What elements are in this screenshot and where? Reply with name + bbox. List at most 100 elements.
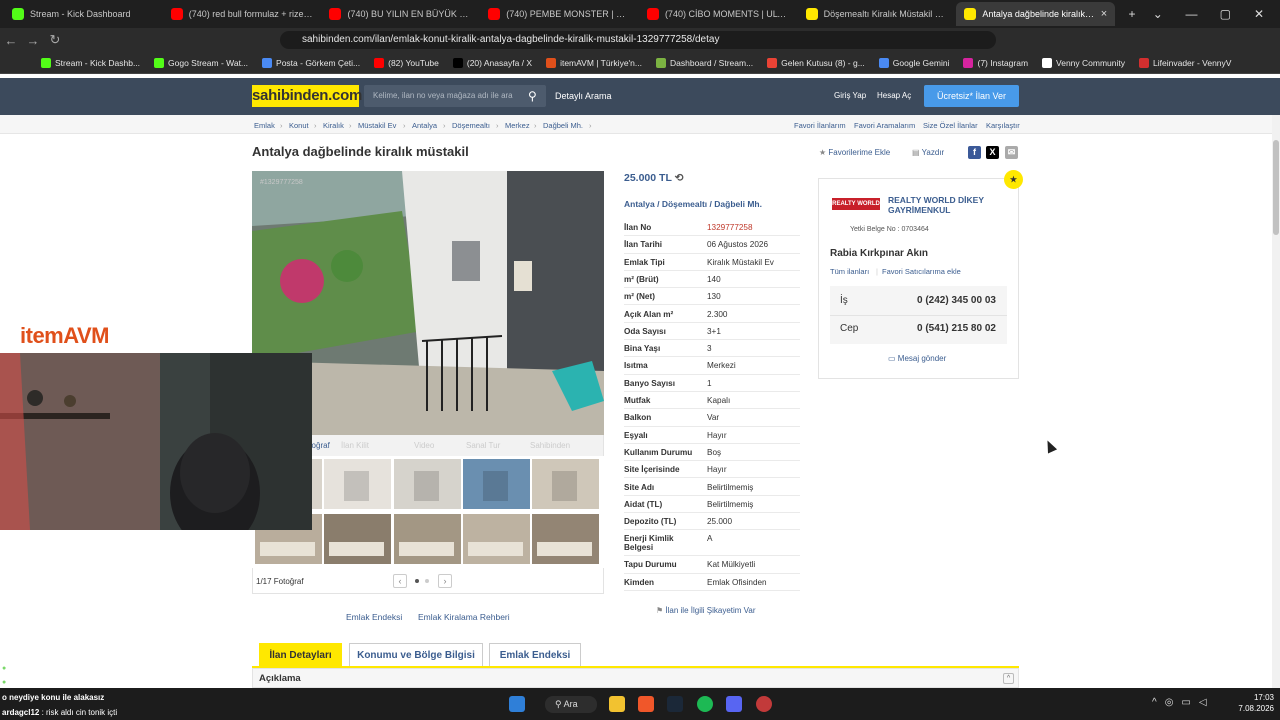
work-phone[interactable]: 0 (242) 345 00 03: [917, 295, 996, 306]
photo-toolbar-item[interactable]: Sahibinden: [530, 441, 570, 450]
detailed-search-link[interactable]: Detaylı Arama: [555, 91, 612, 101]
breadcrumb-item[interactable]: Kiralık: [323, 121, 344, 130]
add-favorite-link[interactable]: ★ Favorilerime Ekle: [819, 148, 890, 157]
header-link[interactable]: Favori Aramalarım: [854, 121, 915, 130]
browser-tab[interactable]: (740) red bull formulaz + rize vlog: [163, 2, 322, 26]
tab-location[interactable]: Konumu ve Bölge Bilgisi: [349, 643, 483, 667]
search-icon[interactable]: ⚲: [528, 89, 541, 103]
header-link[interactable]: Karşılaştır: [986, 121, 1020, 130]
app-icon[interactable]: [756, 696, 772, 712]
search-input[interactable]: Kelime, ilan no veya mağaza adı ile ara: [364, 85, 546, 107]
tab-real-estate-index[interactable]: Emlak Endeksi: [489, 643, 581, 667]
tab-listing-details[interactable]: İlan Detayları: [259, 643, 342, 667]
location-link[interactable]: Antalya: [624, 199, 655, 209]
all-listings-link[interactable]: Tüm ilanları: [830, 267, 869, 276]
spotify-icon[interactable]: [697, 696, 713, 712]
browser-tab[interactable]: Stream - Kick Dashboard: [4, 2, 163, 26]
browser-tab[interactable]: (740) PEMBE MONSTER | Madara O: [480, 2, 639, 26]
minimize-icon[interactable]: —: [1179, 7, 1205, 21]
history-icon[interactable]: ⟲: [675, 172, 684, 184]
collapse-icon[interactable]: ^: [1003, 673, 1014, 684]
breadcrumb-item[interactable]: Müstakil Ev: [358, 121, 396, 130]
page-dot[interactable]: [425, 579, 429, 583]
url-input[interactable]: sahibinden.com/ilan/emlak-konut-kiralik-…: [280, 31, 996, 49]
bookmark-item[interactable]: itemAVM | Türkiye'n...: [541, 57, 647, 68]
bookmark-item[interactable]: (82) YouTube: [369, 57, 444, 68]
breadcrumb-item[interactable]: Emlak: [254, 121, 275, 130]
header-link[interactable]: Favori İlanlarım: [794, 121, 846, 130]
close-tab-icon[interactable]: ×: [1101, 8, 1107, 20]
thumbnail[interactable]: [532, 459, 599, 509]
next-photo-button[interactable]: ›: [438, 574, 452, 588]
scrollbar-thumb[interactable]: [1273, 140, 1279, 235]
real-estate-index-link[interactable]: Emlak Endeksi: [346, 612, 402, 622]
x-icon[interactable]: X: [986, 146, 999, 159]
mail-icon[interactable]: ✉: [1005, 146, 1018, 159]
file-explorer-icon[interactable]: [609, 696, 625, 712]
header-link[interactable]: Size Özel İlanlar: [923, 121, 978, 130]
bookmark-item[interactable]: Dashboard / Stream...: [651, 57, 758, 68]
taskbar-search[interactable]: ⚲ Ara: [545, 696, 597, 713]
breadcrumb-item[interactable]: Döşemealtı: [452, 121, 490, 130]
browser-tab[interactable]: Antalya dağbelinde kiralık müstak ×: [956, 2, 1116, 26]
rental-guide-link[interactable]: Emlak Kiralama Rehberi: [418, 612, 510, 622]
bookmark-item[interactable]: Lifeinvader - VennyV: [1134, 57, 1236, 68]
post-ad-button[interactable]: Ücretsiz* İlan Ver: [924, 85, 1019, 107]
browser-tab[interactable]: (740) CİBO MOMENTS | ULTRA HIZ: [639, 2, 798, 26]
new-tab-icon[interactable]: +: [1119, 7, 1145, 21]
chevron-down-icon[interactable]: ⌄: [1145, 7, 1171, 21]
browser-tab[interactable]: (740) BU YILIN EN BÜYÜK DRAMAS: [321, 2, 480, 26]
description-header[interactable]: [252, 668, 1019, 688]
breadcrumb-item[interactable]: Konut: [289, 121, 309, 130]
bookmark-item[interactable]: Posta - Görkem Çeti...: [257, 57, 365, 68]
photo-toolbar-item[interactable]: Video: [414, 441, 434, 450]
bookmark-item[interactable]: Gelen Kutusu (8) - g...: [762, 57, 870, 68]
reload-icon[interactable]: ↻: [44, 32, 66, 48]
print-link[interactable]: ▤ Yazdır: [912, 148, 944, 157]
seller-logo[interactable]: REALTY WORLD DİKEY: [832, 198, 880, 219]
thumbnail[interactable]: [394, 514, 461, 564]
favorite-seller-link[interactable]: Favori Satıcılarıma ekle: [882, 267, 961, 276]
mobile-phone[interactable]: 0 (541) 215 80 02: [917, 323, 996, 334]
windows-start-icon[interactable]: [509, 696, 525, 712]
photo-toolbar-item[interactable]: İlan Kilit: [341, 441, 369, 450]
thumbnail[interactable]: [394, 459, 461, 509]
system-tray-icons[interactable]: ^◎▭◁: [1152, 697, 1215, 708]
breadcrumb-item[interactable]: Dağbeli Mh.: [543, 121, 583, 130]
bookmark-item[interactable]: Google Gemini: [874, 57, 955, 68]
restore-icon[interactable]: ▢: [1212, 7, 1238, 21]
bookmark-item[interactable]: (7) Instagram: [958, 57, 1033, 68]
page-dot-active[interactable]: [415, 579, 419, 583]
facebook-icon[interactable]: f: [968, 146, 981, 159]
forward-icon[interactable]: →: [22, 33, 44, 48]
bookmark-item[interactable]: Stream - Kick Dashb...: [36, 57, 145, 68]
location-link[interactable]: Döşemealtı: [662, 199, 707, 209]
steam-icon[interactable]: [667, 696, 683, 712]
breadcrumb-item[interactable]: Merkez: [505, 121, 530, 130]
bookmark-item[interactable]: Gogo Stream - Wat...: [149, 57, 253, 68]
brave-icon[interactable]: [638, 696, 654, 712]
site-logo[interactable]: sahibinden.com: [252, 85, 362, 107]
close-window-icon[interactable]: ✕: [1246, 7, 1272, 21]
clock[interactable]: 17:03 7.08.2026: [1232, 692, 1274, 714]
bookmark-item[interactable]: (20) Anasayfa / X: [448, 57, 537, 68]
prev-photo-button[interactable]: ‹: [393, 574, 407, 588]
thumbnail[interactable]: [532, 514, 599, 564]
back-icon[interactable]: ←: [0, 33, 22, 48]
breadcrumb-item[interactable]: Antalya: [412, 121, 437, 130]
complaint-link[interactable]: ⚑ İlan ile İlgili Şikayetim Var: [656, 606, 756, 615]
location-link[interactable]: Dağbeli Mh.: [714, 199, 762, 209]
photo-id: #1329777258: [260, 179, 303, 186]
send-message-link[interactable]: ▭ Mesaj gönder: [888, 354, 946, 363]
thumbnail[interactable]: [324, 459, 391, 509]
login-link[interactable]: Giriş Yap: [834, 91, 866, 100]
signup-link[interactable]: Hesap Aç: [877, 91, 911, 100]
discord-icon[interactable]: [726, 696, 742, 712]
seller-name[interactable]: REALTY WORLD DİKEY GAYRİMENKUL: [888, 195, 1008, 215]
browser-tab[interactable]: Döşemealtı Kiralık Müstakil Ev Fiyatl: [798, 2, 957, 26]
thumbnail[interactable]: [463, 514, 530, 564]
photo-toolbar-item[interactable]: Sanal Tur: [466, 441, 500, 450]
thumbnail[interactable]: [463, 459, 530, 509]
bookmark-item[interactable]: Venny Community: [1037, 57, 1130, 68]
thumbnail[interactable]: [324, 514, 391, 564]
